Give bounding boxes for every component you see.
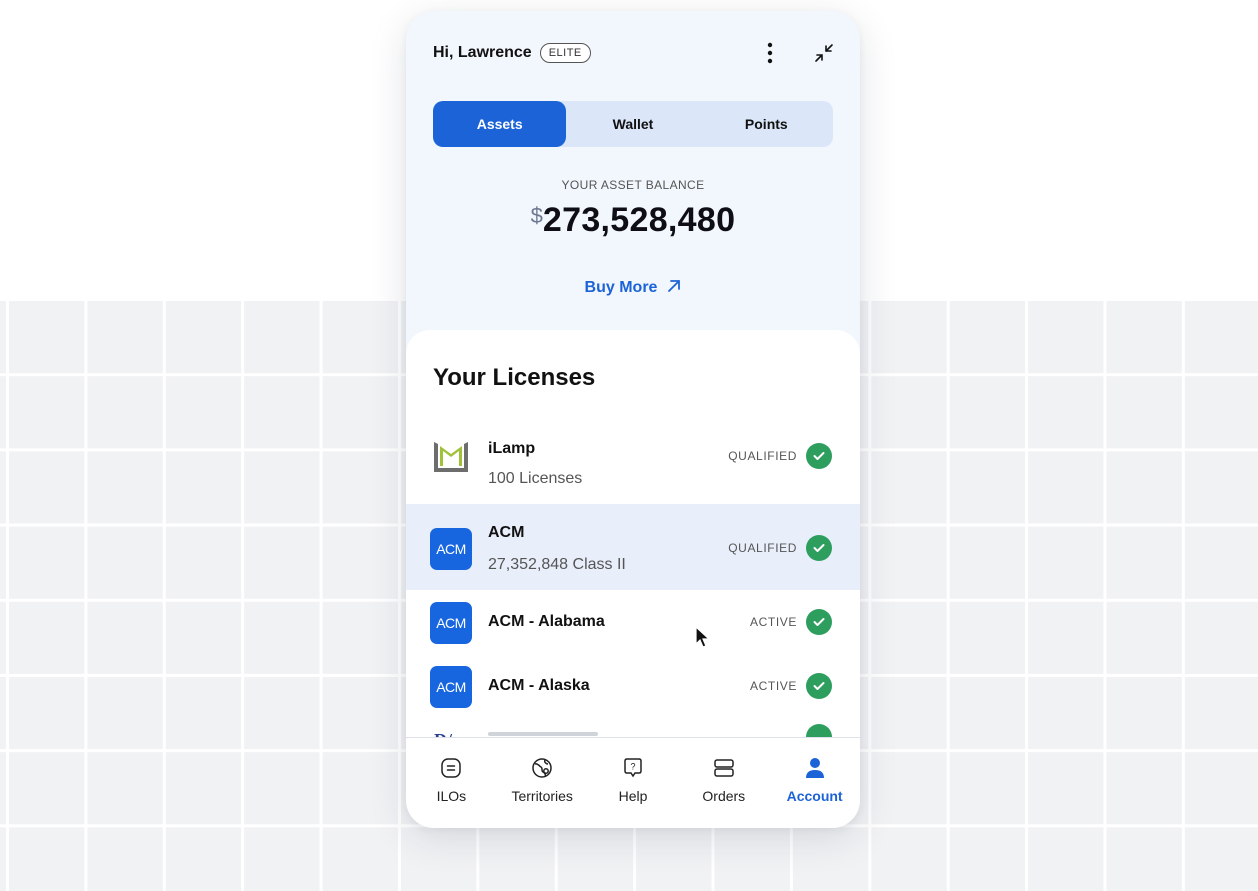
currency-symbol: $ bbox=[530, 203, 543, 228]
buy-more-link[interactable]: Buy More bbox=[406, 279, 860, 297]
acm-logo: ACM bbox=[430, 666, 472, 708]
help-bubble-icon: ? bbox=[624, 758, 642, 778]
license-list: iLamp 100 Licenses QUALIFIED ACM ACM 27,… bbox=[406, 418, 860, 738]
license-name: ACM - Alabama bbox=[488, 613, 605, 630]
check-circle-icon bbox=[806, 443, 832, 469]
license-status: ACTIVE bbox=[750, 609, 832, 635]
nav-label: Territories bbox=[511, 788, 573, 804]
license-row-acm[interactable]: ACM ACM 27,352,848 Class II QUALIFIED bbox=[406, 504, 860, 590]
license-name: ACM bbox=[488, 524, 525, 541]
status-text: ACTIVE bbox=[750, 615, 797, 629]
acm-logo: ACM bbox=[430, 528, 472, 570]
license-row-acm-alabama[interactable]: ACM ACM - Alabama ACTIVE bbox=[406, 590, 860, 660]
status-text: ACTIVE bbox=[750, 679, 797, 693]
nav-label: Account bbox=[786, 788, 843, 804]
ilamp-logo bbox=[430, 435, 472, 477]
nav-label: Help bbox=[618, 788, 648, 804]
balance-label: YOUR ASSET BALANCE bbox=[561, 178, 705, 192]
svg-text:?: ? bbox=[630, 762, 635, 772]
header-actions bbox=[758, 41, 836, 65]
license-status: ACTIVE bbox=[750, 673, 832, 699]
partial-name bbox=[488, 732, 598, 736]
nav-label: ILOs bbox=[436, 788, 467, 804]
nav-account[interactable]: Account bbox=[769, 738, 860, 828]
balance-amount: 273,528,480 bbox=[542, 201, 736, 239]
list-icon bbox=[441, 758, 462, 778]
license-row-acm-alaska[interactable]: ACM ACM - Alaska ACTIVE bbox=[406, 660, 860, 730]
more-vertical-icon[interactable] bbox=[758, 41, 782, 65]
license-status: QUALIFIED bbox=[728, 535, 832, 561]
acm-logo: ACM bbox=[430, 602, 472, 644]
orders-icon bbox=[714, 759, 734, 777]
check-circle-icon bbox=[806, 535, 832, 561]
check-circle-icon bbox=[806, 673, 832, 699]
nav-territories[interactable]: Territories bbox=[497, 738, 588, 828]
balance-tabs: Assets Wallet Points bbox=[433, 101, 833, 147]
license-status: QUALIFIED bbox=[728, 443, 832, 469]
nav-ilos[interactable]: ILOs bbox=[406, 738, 497, 828]
tab-wallet[interactable]: Wallet bbox=[566, 101, 699, 147]
license-subtitle: 27,352,848 Class II bbox=[488, 556, 626, 573]
nav-label: Orders bbox=[702, 788, 746, 804]
greeting-text: Hi, Lawrence bbox=[433, 44, 532, 61]
tier-badge: ELITE bbox=[539, 43, 591, 63]
widget-header: Hi, Lawrence ELITE bbox=[433, 39, 836, 67]
license-name: iLamp bbox=[488, 440, 536, 457]
wallet-widget: Hi, Lawrence ELITE Assets Wallet Points … bbox=[406, 11, 860, 828]
nav-orders[interactable]: Orders bbox=[678, 738, 769, 828]
collapse-icon[interactable] bbox=[812, 41, 836, 65]
nav-help[interactable]: ? Help bbox=[588, 738, 679, 828]
license-name: ACM - Alaska bbox=[488, 677, 590, 694]
tab-points[interactable]: Points bbox=[700, 101, 833, 147]
mouse-cursor-icon bbox=[695, 626, 711, 648]
tab-assets[interactable]: Assets bbox=[433, 101, 567, 147]
status-text: QUALIFIED bbox=[728, 541, 797, 555]
bottom-nav: ILOs Territories ? Help Orders Account bbox=[406, 737, 860, 828]
licenses-title: Your Licenses bbox=[433, 364, 596, 391]
buy-more-label: Buy More bbox=[584, 279, 658, 296]
license-subtitle: 100 Licenses bbox=[488, 470, 583, 487]
globe-icon bbox=[532, 758, 552, 778]
license-row-ilamp[interactable]: iLamp 100 Licenses QUALIFIED bbox=[406, 418, 860, 504]
arrow-up-right-icon bbox=[668, 279, 681, 292]
user-icon bbox=[805, 758, 824, 778]
licenses-panel: Your Licenses iLamp 100 Licenses QUALIFI… bbox=[406, 330, 860, 738]
check-circle-icon bbox=[806, 609, 832, 635]
status-text: QUALIFIED bbox=[728, 449, 797, 463]
asset-balance: $273,528,480 bbox=[406, 201, 860, 240]
